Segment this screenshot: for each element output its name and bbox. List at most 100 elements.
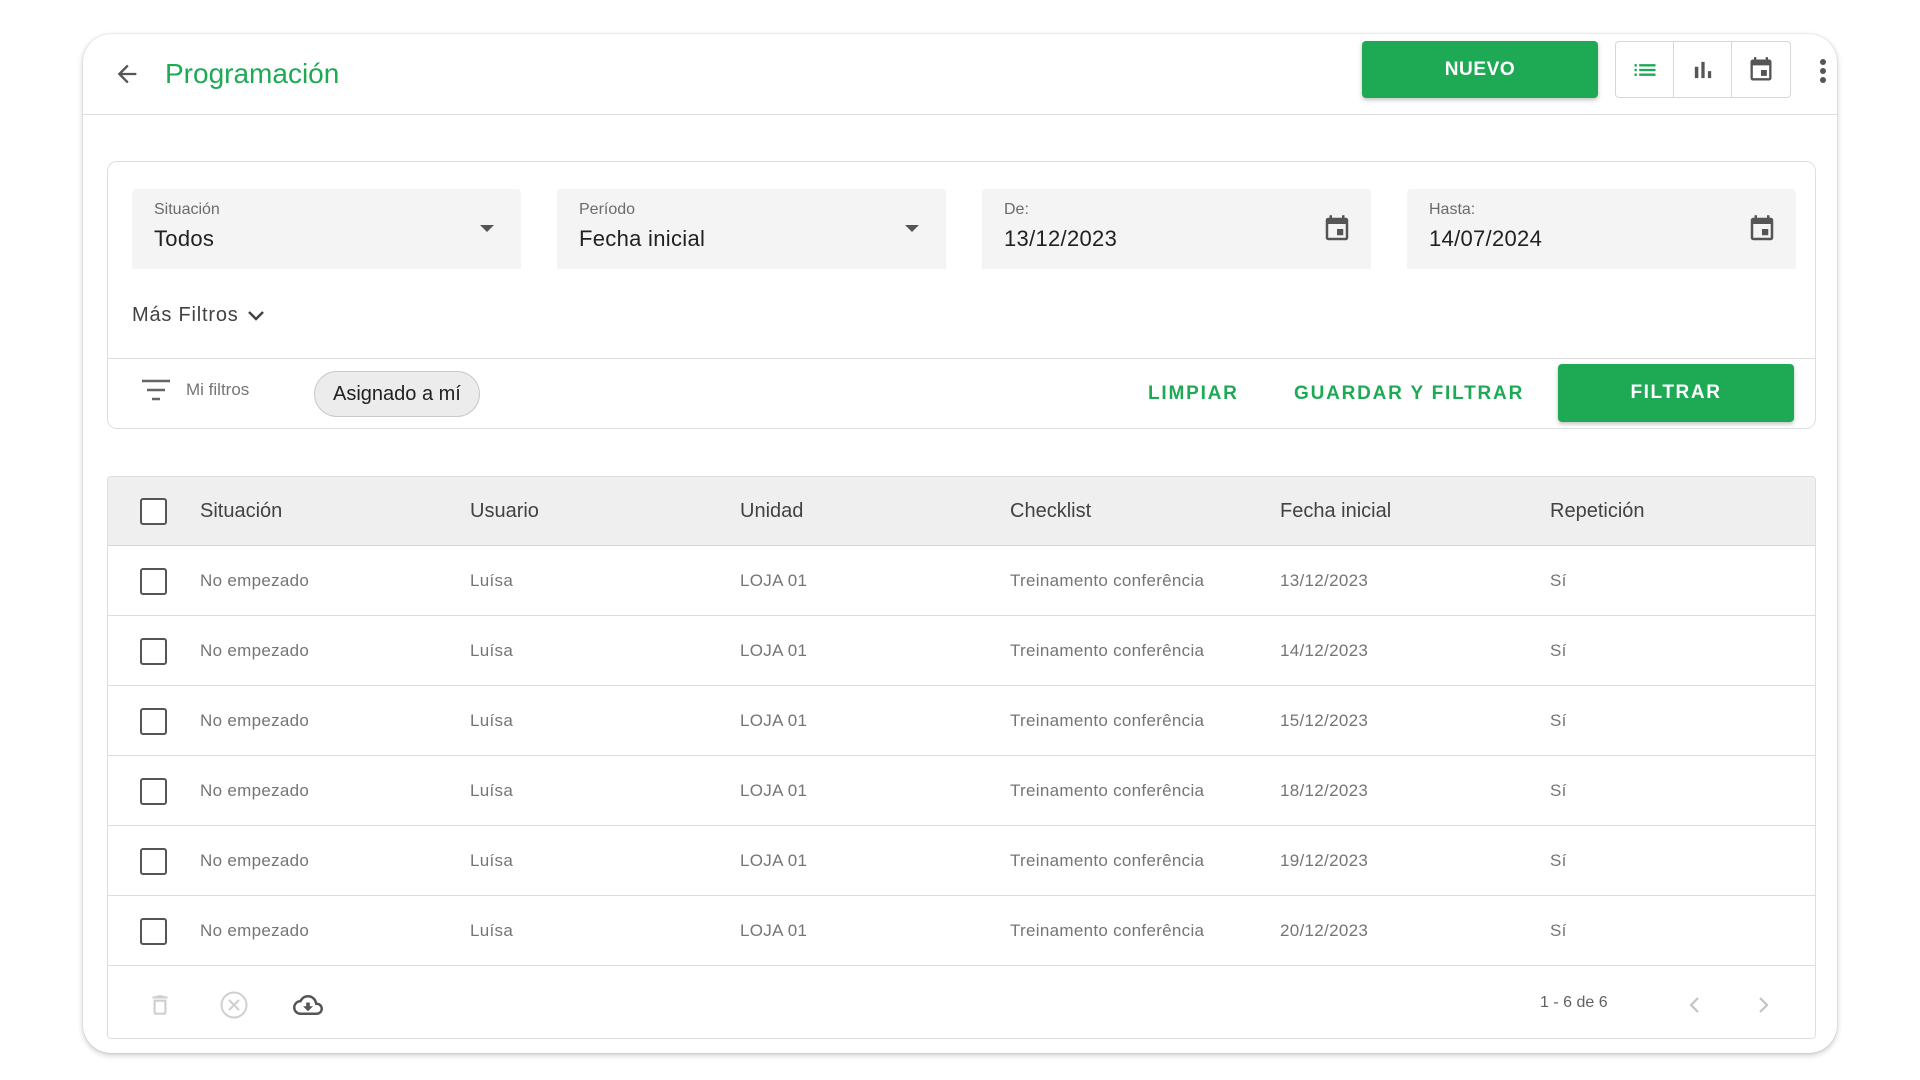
calendar-icon[interactable] xyxy=(1746,213,1778,245)
cell-repeticion: Sí xyxy=(1550,641,1567,660)
filter-button[interactable]: FILTRAR xyxy=(1558,364,1794,422)
cell-repeticion: Sí xyxy=(1550,711,1567,730)
dropdown-arrow-icon xyxy=(896,213,928,245)
column-header-unidad[interactable]: Unidad xyxy=(740,477,803,546)
cell-usuario: Luísa xyxy=(470,781,514,800)
cell-unidad: LOJA 01 xyxy=(740,851,808,870)
cell-repeticion: Sí xyxy=(1550,571,1567,590)
cell-fecha-inicial: 14/12/2023 xyxy=(1280,641,1369,660)
cell-repeticion: Sí xyxy=(1550,921,1567,940)
list-view-icon[interactable] xyxy=(1616,42,1674,97)
filter-panel: Situación Todos Período Fecha inicial De… xyxy=(107,161,1816,429)
cell-usuario: Luísa xyxy=(470,711,514,730)
date-from-label: De: xyxy=(1004,201,1029,218)
date-to-field[interactable]: Hasta: 14/07/2024 xyxy=(1407,189,1796,269)
cell-situacion: No empezado xyxy=(200,851,310,870)
row-checkbox[interactable] xyxy=(140,638,167,665)
more-filters-label: Más Filtros xyxy=(132,304,239,326)
situacion-label: Situación xyxy=(154,201,220,218)
date-to-value: 14/07/2024 xyxy=(1429,226,1543,251)
row-checkbox[interactable] xyxy=(140,708,167,735)
more-vert-icon[interactable] xyxy=(1813,54,1833,88)
row-checkbox[interactable] xyxy=(140,848,167,875)
cell-situacion: No empezado xyxy=(200,571,310,590)
cell-checklist: Treinamento conferência xyxy=(1010,921,1205,940)
periodo-select[interactable]: Período Fecha inicial xyxy=(557,189,946,269)
view-toggle-group xyxy=(1615,41,1791,98)
column-header-situacion[interactable]: Situación xyxy=(200,477,282,546)
cell-fecha-inicial: 15/12/2023 xyxy=(1280,711,1369,730)
table-row[interactable]: No empezado Luísa LOJA 01 Treinamento co… xyxy=(108,756,1815,826)
table-header: Situación Usuario Unidad Checklist Fecha… xyxy=(108,477,1815,546)
calendar-icon[interactable] xyxy=(1321,213,1353,245)
cell-fecha-inicial: 20/12/2023 xyxy=(1280,921,1369,940)
more-filters-toggle[interactable]: Más Filtros xyxy=(132,304,265,327)
table-footer: 1 - 6 de 6 xyxy=(108,969,1815,1038)
periodo-value: Fecha inicial xyxy=(579,226,706,251)
date-from-field[interactable]: De: 13/12/2023 xyxy=(982,189,1371,269)
cell-fecha-inicial: 18/12/2023 xyxy=(1280,781,1369,800)
row-checkbox[interactable] xyxy=(140,918,167,945)
date-from-value: 13/12/2023 xyxy=(1004,226,1118,251)
column-header-fecha-inicial[interactable]: Fecha inicial xyxy=(1280,477,1391,546)
table-row[interactable]: No empezado Luísa LOJA 01 Treinamento co… xyxy=(108,896,1815,966)
situacion-value: Todos xyxy=(154,226,215,251)
save-and-filter-button[interactable]: GUARDAR Y FILTRAR xyxy=(1294,375,1524,413)
cell-usuario: Luísa xyxy=(470,851,514,870)
filter-action-bar: Mi filtros Asignado a mí LIMPIAR GUARDAR… xyxy=(108,358,1815,429)
row-checkbox[interactable] xyxy=(140,778,167,805)
my-filters-label: Mi filtros xyxy=(186,380,250,399)
row-checkbox[interactable] xyxy=(140,568,167,595)
back-arrow-icon[interactable] xyxy=(107,54,147,94)
cell-unidad: LOJA 01 xyxy=(740,921,808,940)
chevron-down-icon xyxy=(247,310,264,321)
cell-situacion: No empezado xyxy=(200,641,310,660)
column-header-usuario[interactable]: Usuario xyxy=(470,477,539,546)
previous-page-icon[interactable] xyxy=(1678,989,1710,1021)
column-header-checklist[interactable]: Checklist xyxy=(1010,477,1091,546)
pagination-range: 1 - 6 de 6 xyxy=(1540,994,1608,1011)
cloud-download-icon[interactable] xyxy=(290,987,326,1023)
clear-button[interactable]: LIMPIAR xyxy=(1148,375,1239,413)
new-button[interactable]: NUEVO xyxy=(1362,41,1598,98)
cell-checklist: Treinamento conferência xyxy=(1010,571,1205,590)
cell-unidad: LOJA 01 xyxy=(740,641,808,660)
table-row[interactable]: No empezado Luísa LOJA 01 Treinamento co… xyxy=(108,616,1815,686)
table-row[interactable]: No empezado Luísa LOJA 01 Treinamento co… xyxy=(108,546,1815,616)
cell-situacion: No empezado xyxy=(200,781,310,800)
situacion-select[interactable]: Situación Todos xyxy=(132,189,521,269)
cell-situacion: No empezado xyxy=(200,921,310,940)
select-all-checkbox[interactable] xyxy=(140,498,167,525)
cell-checklist: Treinamento conferência xyxy=(1010,851,1205,870)
cell-fecha-inicial: 19/12/2023 xyxy=(1280,851,1369,870)
cell-unidad: LOJA 01 xyxy=(740,571,808,590)
table-row[interactable]: No empezado Luísa LOJA 01 Treinamento co… xyxy=(108,686,1815,756)
cell-situacion: No empezado xyxy=(200,711,310,730)
main-card: Programación NUEVO Situación Todos Perío… xyxy=(83,34,1837,1053)
cell-usuario: Luísa xyxy=(470,641,514,660)
cell-usuario: Luísa xyxy=(470,921,514,940)
calendar-view-icon[interactable] xyxy=(1732,42,1790,97)
bar-chart-icon[interactable] xyxy=(1674,42,1732,97)
next-page-icon[interactable] xyxy=(1748,989,1780,1021)
page-title: Programación xyxy=(165,58,340,89)
column-header-repeticion[interactable]: Repetición xyxy=(1550,477,1645,546)
my-filters-button[interactable]: Mi filtros xyxy=(142,379,249,401)
schedule-table: Situación Usuario Unidad Checklist Fecha… xyxy=(107,476,1816,1039)
cell-repeticion: Sí xyxy=(1550,781,1567,800)
page-header: Programación NUEVO xyxy=(83,34,1837,115)
delete-icon[interactable] xyxy=(142,987,178,1023)
assigned-to-me-chip[interactable]: Asignado a mí xyxy=(314,371,480,417)
dropdown-arrow-icon xyxy=(471,213,503,245)
cell-repeticion: Sí xyxy=(1550,851,1567,870)
date-to-label: Hasta: xyxy=(1429,201,1476,218)
cell-unidad: LOJA 01 xyxy=(740,711,808,730)
periodo-label: Período xyxy=(579,201,636,218)
filter-list-icon xyxy=(142,379,170,401)
cancel-circle-icon[interactable] xyxy=(216,987,252,1023)
cell-usuario: Luísa xyxy=(470,571,514,590)
cell-checklist: Treinamento conferência xyxy=(1010,711,1205,730)
cell-fecha-inicial: 13/12/2023 xyxy=(1280,571,1369,590)
cell-checklist: Treinamento conferência xyxy=(1010,781,1205,800)
table-row[interactable]: No empezado Luísa LOJA 01 Treinamento co… xyxy=(108,826,1815,896)
